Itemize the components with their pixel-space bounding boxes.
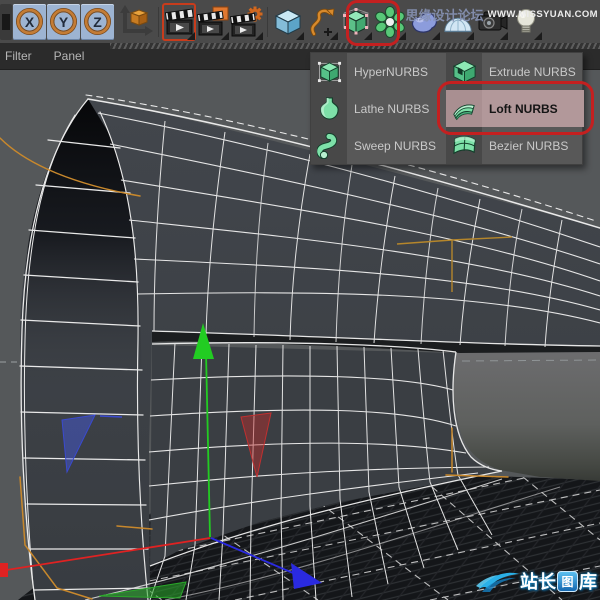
render-region-icon — [196, 6, 230, 38]
menu-item-label: Bezier NURBS — [482, 139, 568, 153]
menu-item-label: Lathe NURBS — [347, 102, 429, 116]
metaball-icon — [408, 6, 440, 38]
menu-item-label: HyperNURBS — [347, 65, 428, 79]
y-axis-lock-button[interactable]: Y — [47, 4, 80, 40]
primitive-cube-button[interactable] — [271, 3, 305, 41]
menu-item-bezier-nurbs[interactable]: Bezier NURBS — [446, 127, 584, 164]
menu-item-label: Sweep NURBS — [347, 139, 436, 153]
spline-pen-icon — [307, 7, 337, 37]
camera-button[interactable] — [475, 3, 509, 41]
cube-icon — [273, 7, 303, 37]
z-axis-label: Z — [93, 14, 102, 30]
metaball-button[interactable] — [407, 3, 441, 41]
lathe-nurbs-icon — [311, 90, 347, 127]
y-axis-label: Y — [59, 14, 68, 30]
z-axis-lock-button[interactable]: Z — [81, 4, 114, 40]
toolbar-separator — [155, 4, 162, 40]
nurbs-cube-icon — [340, 6, 372, 38]
nurbs-button[interactable] — [339, 3, 373, 41]
menu-item-hypernurbs[interactable]: HyperNURBS — [311, 53, 446, 90]
extrude-nurbs-icon — [446, 53, 482, 90]
nurbs-menu-right-column: Extrude NURBS Loft NURBS — [446, 53, 584, 164]
nurbs-dropdown-menu: HyperNURBS Lathe NURBS — [310, 52, 583, 165]
spline-tool-button[interactable] — [305, 3, 339, 41]
loft-nurbs-icon — [446, 90, 482, 127]
x-axis-lock-button[interactable]: X — [13, 4, 46, 40]
render-settings-button[interactable] — [230, 3, 264, 41]
render-region-button[interactable] — [196, 3, 230, 41]
array-button[interactable] — [373, 3, 407, 41]
x-axis-label: X — [25, 14, 34, 30]
render-clapper-icon — [163, 6, 195, 38]
x-axis-cap — [0, 563, 8, 577]
application-window: X Y Z — [0, 0, 600, 600]
menu-filter[interactable]: Filter — [5, 49, 32, 63]
environment-button[interactable] — [441, 3, 475, 41]
main-toolbar: X Y Z — [0, 0, 600, 43]
axes-cube-icon — [117, 5, 153, 39]
menu-item-label: Extrude NURBS — [482, 65, 576, 79]
light-bulb-icon — [511, 6, 541, 38]
toolbar-edge-hatch — [110, 42, 600, 49]
menu-item-loft-nurbs[interactable]: Loft NURBS — [446, 90, 584, 127]
menu-panel[interactable]: Panel — [54, 49, 85, 63]
menu-item-lathe-nurbs[interactable]: Lathe NURBS — [311, 90, 446, 127]
camera-icon — [475, 6, 509, 38]
toolbar-separator — [264, 4, 271, 40]
menu-item-extrude-nurbs[interactable]: Extrude NURBS — [446, 53, 584, 90]
array-flower-icon — [374, 6, 406, 38]
nurbs-menu-left-column: HyperNURBS Lathe NURBS — [311, 53, 446, 164]
partial-icon[interactable] — [0, 4, 12, 40]
bezier-nurbs-icon — [446, 127, 482, 164]
menu-item-label: Loft NURBS — [482, 102, 558, 116]
hypernurbs-icon — [311, 53, 347, 90]
sky-dome-icon — [441, 6, 475, 38]
coordinate-system-button[interactable] — [115, 3, 155, 41]
render-settings-icon — [230, 6, 264, 38]
sweep-nurbs-icon — [311, 127, 347, 164]
light-button[interactable] — [509, 3, 543, 41]
render-view-button[interactable] — [162, 3, 196, 41]
menu-item-sweep-nurbs[interactable]: Sweep NURBS — [311, 127, 446, 164]
